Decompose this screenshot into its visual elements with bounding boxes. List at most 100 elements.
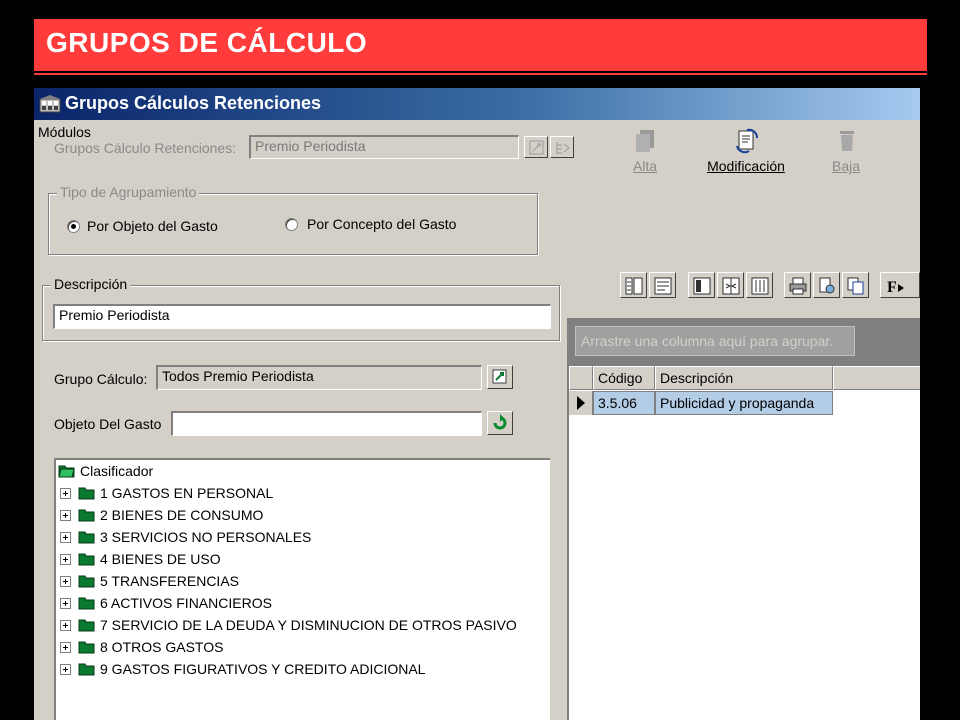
modificacion-icon — [736, 128, 758, 154]
print-icon — [789, 277, 807, 295]
list-icon — [654, 277, 672, 295]
refresh-icon — [493, 414, 507, 430]
descripcion-input[interactable]: Premio Periodista — [53, 304, 551, 329]
tipo-agrupamiento-group: Tipo de Agrupamiento Por Objeto del Gast… — [48, 184, 538, 255]
tree-item-label: 3 SERVICIOS NO PERSONALES — [100, 529, 312, 545]
tree-item-label: 4 BIENES DE USO — [100, 551, 221, 567]
clasificador-tree: Clasificador 1 GASTOS EN PERSONAL 2 BIEN… — [54, 458, 550, 720]
tree-icon — [556, 142, 570, 154]
radio-concepto-gasto[interactable] — [285, 218, 298, 231]
radio-concepto-gasto-label[interactable]: Por Concepto del Gasto — [307, 216, 456, 232]
ficha-button[interactable] — [524, 136, 548, 158]
alta-label: Alta — [632, 158, 658, 174]
tree-item-label: 2 BIENES DE CONSUMO — [100, 507, 264, 523]
folder-icon — [78, 575, 95, 588]
svg-text:F: F — [887, 279, 897, 296]
tree-item-label: 8 OTROS GASTOS — [100, 639, 224, 655]
tree-item-label: 9 GASTOS FIGURATIVOS Y CREDITO ADICIONAL — [100, 661, 426, 677]
toolbar-btn-print[interactable] — [784, 272, 811, 298]
expand-icon[interactable] — [60, 532, 71, 543]
descripcion-title: Descripción — [51, 276, 131, 292]
column-left-icon — [693, 277, 711, 295]
toolbar-btn-4[interactable] — [717, 272, 744, 298]
baja-button[interactable]: Baja — [811, 128, 881, 184]
objeto-gasto-refresh-button[interactable] — [487, 411, 513, 435]
descripcion-group: Descripción Premio Periodista — [42, 276, 560, 341]
window-title: Grupos Cálculos Retenciones — [65, 93, 322, 113]
grupos-calculo-field[interactable]: Premio Periodista — [249, 135, 519, 159]
folder-icon — [78, 619, 95, 632]
baja-icon — [840, 131, 854, 151]
expand-icon[interactable] — [60, 510, 71, 521]
toolbar-btn-5[interactable] — [746, 272, 773, 298]
folder-icon — [78, 641, 95, 654]
folder-icon — [78, 597, 95, 610]
results-grid: Arrastre una columna aquí para agrupar. … — [567, 318, 920, 720]
baja-label: Baja — [831, 158, 861, 174]
alta-button[interactable]: Alta — [610, 128, 680, 184]
columns-icon — [625, 277, 643, 295]
toolbar-btn-copy[interactable] — [842, 272, 869, 298]
grupos-calculo-label: Grupos Cálculo Retenciones: — [54, 140, 237, 156]
tree-root-label: Clasificador — [80, 463, 154, 479]
folder-open-icon — [58, 465, 75, 478]
radio-objeto-gasto[interactable] — [67, 220, 80, 233]
grid-header-indicator — [569, 366, 593, 390]
grupo-calculo-label: Grupo Cálculo: — [54, 371, 148, 387]
grupo-calculo-ficha-button[interactable] — [487, 365, 513, 389]
menu-modulos[interactable]: Módulos — [38, 124, 91, 140]
expand-icon[interactable] — [60, 620, 71, 631]
app-window: Grupos Cálculos Retenciones Módulos Grup… — [34, 88, 920, 720]
row-pointer-icon — [577, 396, 585, 410]
expand-icon[interactable] — [60, 664, 71, 675]
expand-icon[interactable] — [60, 554, 71, 565]
objeto-gasto-label: Objeto Del Gasto — [54, 416, 162, 432]
radio-objeto-gasto-label[interactable]: Por Objeto del Gasto — [87, 218, 218, 234]
folder-icon — [78, 487, 95, 500]
folder-icon — [78, 553, 95, 566]
folder-icon — [78, 531, 95, 544]
filter-icon: F — [887, 279, 904, 296]
folder-icon — [78, 663, 95, 676]
print-preview-icon — [819, 277, 835, 294]
expand-icon[interactable] — [60, 576, 71, 587]
grid-header-descripcion[interactable]: Descripción — [655, 366, 833, 390]
copy-icon — [847, 277, 864, 295]
toolbar-btn-preview[interactable] — [813, 272, 840, 298]
toolbar-btn-3[interactable] — [688, 272, 715, 298]
window-titlebar[interactable]: Grupos Cálculos Retenciones — [34, 88, 920, 120]
objeto-gasto-input[interactable] — [171, 411, 482, 436]
tree-item-label: 5 TRANSFERENCIAS — [100, 573, 239, 589]
modificacion-button[interactable]: Modificación — [707, 128, 785, 184]
column-split-icon — [722, 277, 740, 295]
alta-icon — [636, 130, 654, 152]
group-by-area[interactable]: Arrastre una columna aquí para agrupar. — [569, 318, 920, 366]
expand-icon[interactable] — [60, 598, 71, 609]
toolbar-btn-1[interactable] — [620, 272, 647, 298]
grid-row-indicator[interactable] — [569, 391, 593, 415]
ficha-icon — [529, 140, 544, 155]
toolbar-btn-filter[interactable]: F — [880, 272, 920, 298]
window-app-icon — [39, 95, 61, 113]
grid-header-codigo[interactable]: Código — [593, 366, 655, 390]
grid-cell-descripcion[interactable]: Publicidad y propaganda — [655, 391, 833, 415]
modificacion-label: Modificación — [707, 158, 785, 174]
expand-icon[interactable] — [60, 642, 71, 653]
group-by-hint: Arrastre una columna aquí para agrupar. — [575, 326, 855, 356]
tree-item-label: 7 SERVICIO DE LA DEUDA Y DISMINUCION DE … — [100, 617, 517, 633]
tree-item-label: 1 GASTOS EN PERSONAL — [100, 485, 274, 501]
column-join-icon — [751, 277, 769, 295]
expand-icon[interactable] — [60, 488, 71, 499]
toolbar-btn-2[interactable] — [649, 272, 676, 298]
grid-header-filler — [833, 366, 920, 390]
title-underline — [34, 73, 927, 75]
folder-icon — [78, 509, 95, 522]
grid-cell-codigo[interactable]: 3.5.06 — [593, 391, 655, 415]
tree-button[interactable] — [550, 136, 574, 158]
slide-title-bar: GRUPOS DE CÁLCULO — [34, 19, 927, 71]
tipo-agrupamiento-title: Tipo de Agrupamiento — [57, 184, 200, 200]
ficha-icon — [492, 369, 507, 384]
grupo-calculo-field[interactable]: Todos Premio Periodista — [156, 365, 482, 390]
tree-item-label: 6 ACTIVOS FINANCIEROS — [100, 595, 272, 611]
slide-title: GRUPOS DE CÁLCULO — [46, 27, 368, 58]
